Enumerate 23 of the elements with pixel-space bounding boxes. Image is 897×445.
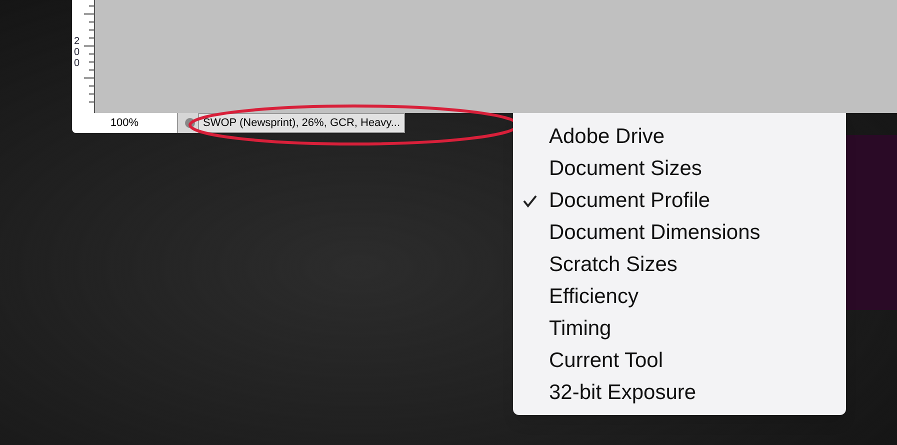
checkmark-icon (523, 194, 537, 208)
menu-item-label: Document Profile (549, 188, 710, 214)
menu-item-label: Efficiency (549, 284, 638, 310)
menu-item[interactable]: Document Dimensions (513, 217, 846, 249)
zoom-field[interactable]: 100% (72, 113, 177, 133)
menu-item[interactable]: Document Profile (513, 185, 846, 217)
menu-item-label: Document Sizes (549, 156, 702, 182)
menu-item[interactable]: Timing (513, 313, 846, 345)
menu-item-label: Document Dimensions (549, 220, 760, 246)
menu-item[interactable]: Adobe Drive (513, 121, 846, 153)
menu-item[interactable]: Scratch Sizes (513, 249, 846, 281)
menu-item[interactable]: Efficiency (513, 281, 846, 313)
status-info[interactable]: SWOP (Newsprint), 26%, GCR, Heavy... (198, 113, 406, 133)
menu-item-label: Timing (549, 316, 612, 342)
menu-item[interactable]: 32-bit Exposure (513, 377, 846, 409)
menu-item-label: Adobe Drive (549, 124, 665, 150)
menu-item[interactable]: Current Tool (513, 345, 846, 377)
menu-item-label: Current Tool (549, 348, 664, 374)
menu-item-label: 32-bit Exposure (549, 380, 696, 406)
ruler-label: 200 (74, 36, 81, 69)
menu-item-label: Scratch Sizes (549, 252, 678, 278)
status-icon[interactable] (184, 117, 196, 129)
menu-item[interactable]: Document Sizes (513, 153, 846, 185)
